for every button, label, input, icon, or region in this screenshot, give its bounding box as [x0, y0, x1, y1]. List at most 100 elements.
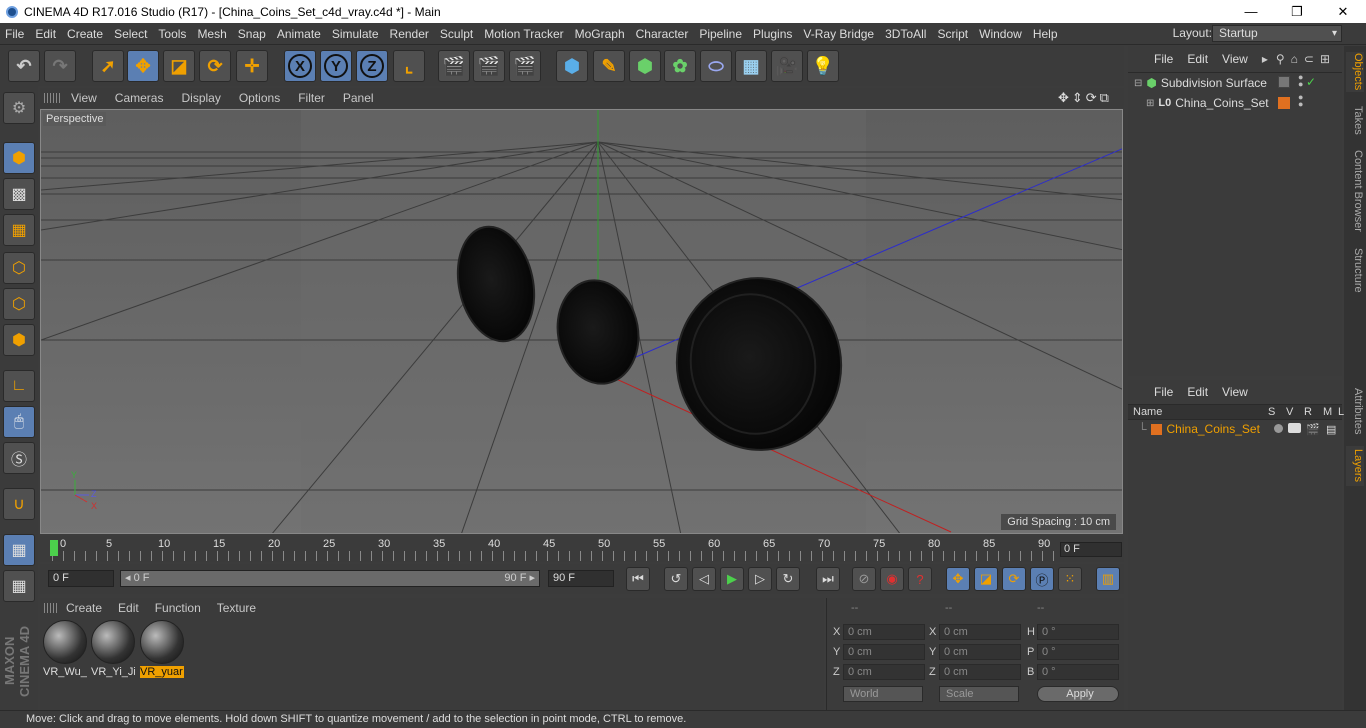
object-menu-view[interactable]: View	[1222, 52, 1248, 66]
menu-plugins[interactable]: Plugins	[748, 27, 797, 41]
end-frame-field[interactable]: 90 F	[548, 570, 614, 587]
perspective-viewport[interactable]: Y Z X Perspective Grid Spacing : 10 cm	[40, 109, 1123, 534]
points-mode-icon[interactable]: ⬡	[3, 252, 35, 284]
y-axis-lock-icon[interactable]: Y	[320, 50, 352, 82]
render-view-icon[interactable]: 🎬	[438, 50, 470, 82]
tweak-mode-icon[interactable]: 🖱	[3, 406, 35, 438]
viewport-menu-panel[interactable]: Panel	[343, 91, 374, 105]
coordinate-mode-dropdown[interactable]: World	[843, 686, 923, 702]
layer-menu-view[interactable]: View	[1222, 385, 1248, 399]
new-view-icon[interactable]: ⊞	[1320, 52, 1330, 66]
layer-menu-edit[interactable]: Edit	[1187, 385, 1208, 399]
coordinate-system-icon[interactable]: ⌞	[393, 50, 425, 82]
menu-motion-tracker[interactable]: Motion Tracker	[479, 27, 568, 41]
scale-icon[interactable]: ◪	[163, 50, 195, 82]
key-position-icon[interactable]: ✥	[946, 567, 970, 591]
texture-mode-icon[interactable]: ▩	[3, 178, 35, 210]
menu-3dtoall[interactable]: 3DToAll	[880, 27, 931, 41]
filter-icon[interactable]: ⊂	[1304, 52, 1314, 66]
key-parameter-icon[interactable]: Ⓟ	[1030, 567, 1054, 591]
object-menu-edit[interactable]: Edit	[1187, 52, 1208, 66]
menu-file[interactable]: File	[0, 27, 29, 41]
menu-animate[interactable]: Animate	[272, 27, 326, 41]
menu-window[interactable]: Window	[974, 27, 1027, 41]
material-menu-texture[interactable]: Texture	[217, 601, 256, 615]
key-scale-icon[interactable]: ◪	[974, 567, 998, 591]
material-menu-create[interactable]: Create	[66, 601, 102, 615]
camera-icon[interactable]: 🎥	[771, 50, 803, 82]
playhead[interactable]	[50, 540, 58, 556]
key-point-level-icon[interactable]: ⁙	[1058, 567, 1082, 591]
frame-range-slider[interactable]: ◂ 0 F 90 F ▸	[120, 570, 540, 587]
planar-workplane-icon[interactable]: ▦	[3, 570, 35, 602]
material-item[interactable]: VR_yuar	[140, 620, 184, 680]
position-y-field[interactable]: 0 cm	[843, 644, 925, 660]
rotation-b-field[interactable]: 0 °	[1037, 664, 1119, 680]
menu-tools[interactable]: Tools	[153, 27, 191, 41]
menu-mograph[interactable]: MoGraph	[570, 27, 630, 41]
view-eye-icon[interactable]	[1288, 423, 1301, 433]
live-selection-icon[interactable]: ➚	[92, 50, 124, 82]
move-icon[interactable]: ✥	[127, 50, 159, 82]
viewport-menu-cameras[interactable]: Cameras	[115, 91, 164, 105]
light-icon[interactable]: 💡	[807, 50, 839, 82]
size-z-field[interactable]: 0 cm	[939, 664, 1021, 680]
deformer-icon[interactable]: ⬭	[700, 50, 732, 82]
previous-frame-icon[interactable]: ◁	[692, 567, 716, 591]
key-rotation-icon[interactable]: ⟳	[1002, 567, 1026, 591]
floor-icon[interactable]: ▦	[735, 50, 767, 82]
tab-structure[interactable]: Structure	[1346, 242, 1364, 298]
keyframe-selection-icon[interactable]: ?	[908, 567, 932, 591]
auto-keying-icon[interactable]: ◉	[880, 567, 904, 591]
menu-sculpt[interactable]: Sculpt	[435, 27, 478, 41]
menu-select[interactable]: Select	[109, 27, 152, 41]
material-item[interactable]: VR_Wu_	[43, 620, 87, 680]
tree-expand-icon[interactable]: ⊞	[1146, 98, 1154, 109]
viewport-menu-filter[interactable]: Filter	[298, 91, 325, 105]
tab-layers[interactable]: Layers	[1346, 446, 1364, 486]
solo-toggle-icon[interactable]	[1274, 424, 1283, 433]
subdivision-surface-icon[interactable]: ⬢	[629, 50, 661, 82]
go-to-start-icon[interactable]: ⏮	[626, 567, 650, 591]
tab-attributes[interactable]: Attributes	[1346, 382, 1364, 440]
next-frame-icon[interactable]: ▷	[748, 567, 772, 591]
home-icon[interactable]: ⌂	[1291, 52, 1298, 66]
render-clapper-icon[interactable]: 🎬	[1306, 423, 1320, 436]
viewport-menu-options[interactable]: Options	[239, 91, 280, 105]
rotate-icon[interactable]: ⟳	[199, 50, 231, 82]
menu-simulate[interactable]: Simulate	[327, 27, 384, 41]
search-icon[interactable]: ⚲	[1276, 52, 1285, 66]
position-z-field[interactable]: 0 cm	[843, 664, 925, 680]
size-mode-dropdown[interactable]: Scale	[939, 686, 1019, 702]
menu-edit[interactable]: Edit	[30, 27, 61, 41]
apply-button[interactable]: Apply	[1037, 686, 1119, 702]
material-menu-function[interactable]: Function	[155, 601, 201, 615]
tag-icon[interactable]	[1278, 76, 1290, 88]
workplane-icon[interactable]: ▦	[3, 534, 35, 566]
material-item[interactable]: VR_Yi_Ji	[91, 620, 135, 680]
workplane-mode-icon[interactable]: ▦	[3, 214, 35, 246]
object-row[interactable]: ⊟ ⬢ Subdivision Surface ● ● ✓	[1134, 73, 1316, 91]
menu-create[interactable]: Create	[62, 27, 108, 41]
manager-icon[interactable]: ▤	[1326, 423, 1336, 436]
record-keys-icon[interactable]: ⊘	[852, 567, 876, 591]
viewport-menu-display[interactable]: Display	[181, 91, 220, 105]
polygons-mode-icon[interactable]: ⬢	[3, 324, 35, 356]
render-picture-viewer-icon[interactable]: 🎬	[473, 50, 505, 82]
close-button[interactable]: ✕	[1320, 0, 1366, 23]
menu-pipeline[interactable]: Pipeline	[694, 27, 747, 41]
recent-tool-icon[interactable]: ✛	[236, 50, 268, 82]
size-y-field[interactable]: 0 cm	[939, 644, 1021, 660]
timeline-ruler[interactable]: 0 5 10 15 20 25 30 35 40 45 50 55 60 65 …	[40, 536, 1124, 562]
z-axis-lock-icon[interactable]: Z	[356, 50, 388, 82]
layout-dropdown[interactable]: Startup	[1212, 25, 1342, 42]
model-mode-icon[interactable]: ⬢	[3, 142, 35, 174]
rotation-p-field[interactable]: 0 °	[1037, 644, 1119, 660]
visibility-dots-icon[interactable]: ● ●	[1298, 73, 1303, 89]
maximize-button[interactable]: ❐	[1274, 0, 1320, 23]
tab-content-browser[interactable]: Content Browser	[1346, 146, 1364, 236]
material-menu-edit[interactable]: Edit	[118, 601, 139, 615]
tree-expand-icon[interactable]: ⊟	[1134, 78, 1142, 89]
current-frame-field[interactable]: 0 F	[1060, 542, 1122, 557]
viewport-menu-view[interactable]: View	[71, 91, 97, 105]
